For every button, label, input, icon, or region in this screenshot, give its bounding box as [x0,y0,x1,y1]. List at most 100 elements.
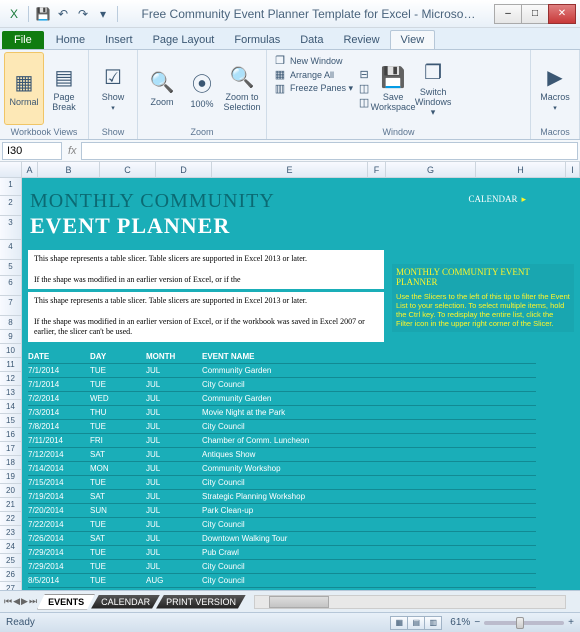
tab-data[interactable]: Data [290,31,333,49]
cell-month[interactable]: AUG [146,576,202,585]
cell-day[interactable]: SAT [90,450,146,459]
redo-icon[interactable]: ↷ [75,6,91,22]
calendar-link[interactable]: CALENDAR [468,194,526,205]
macros-button[interactable]: ▶Macros▾ [535,52,575,125]
cell-month[interactable]: JUL [146,492,202,501]
arrange-all-button[interactable]: ▦Arrange All [273,68,353,81]
maximize-button[interactable]: □ [521,4,549,24]
row-header[interactable]: 9 [0,330,22,344]
cell-event[interactable]: City Council [202,562,536,571]
cell-month[interactable]: JUL [146,450,202,459]
row-header[interactable]: 27 [0,582,22,590]
col-f[interactable]: F [368,162,386,177]
cell-month[interactable]: JUL [146,506,202,515]
cell-event[interactable]: Community Garden [202,394,536,403]
cell-day[interactable]: TUE [90,548,146,557]
cell-event[interactable]: Strategic Planning Workshop [202,492,536,501]
cell-date[interactable]: 7/26/2014 [28,534,90,543]
cell-day[interactable]: THU [90,408,146,417]
cell-day[interactable]: SAT [90,492,146,501]
cell-month[interactable]: JUL [146,394,202,403]
row-header[interactable]: 21 [0,498,22,512]
cell-day[interactable]: TUE [90,576,146,585]
table-row[interactable]: 7/3/2014 THU JUL Movie Night at the Park [28,406,536,420]
cell-date[interactable]: 7/14/2014 [28,464,90,473]
row-header[interactable]: 23 [0,526,22,540]
table-row[interactable]: 7/2/2014 WED JUL Community Garden [28,392,536,406]
split-button[interactable]: ⊟ [357,68,371,81]
hide-button[interactable]: ◫ [357,82,371,95]
row-header[interactable]: 8 [0,316,22,330]
cell-event[interactable]: City Council [202,576,536,585]
cell-month[interactable]: JUL [146,464,202,473]
cell-day[interactable]: WED [90,394,146,403]
table-row[interactable]: 7/12/2014 SAT JUL Antiques Show [28,448,536,462]
cell-month[interactable]: JUL [146,562,202,571]
col-g[interactable]: G [386,162,476,177]
table-row[interactable]: 7/20/2014 SUN JUL Park Clean-up [28,504,536,518]
sheet-content[interactable]: MONTHLY COMMUNITY EVENT PLANNER CALENDAR… [22,178,580,590]
cell-month[interactable]: JUL [146,534,202,543]
cell-day[interactable]: SUN [90,506,146,515]
fx-icon[interactable]: fx [68,145,77,157]
cell-date[interactable]: 8/5/2014 [28,576,90,585]
cell-event[interactable]: Antiques Show [202,450,536,459]
cell-event[interactable]: City Council [202,478,536,487]
zoom-selection-button[interactable]: 🔍Zoom to Selection [222,52,262,125]
zoom-out-button[interactable]: − [474,617,480,628]
row-header[interactable]: 5 [0,260,22,276]
col-month[interactable]: MONTH [146,352,202,361]
undo-icon[interactable]: ↶ [55,6,71,22]
row-header[interactable]: 26 [0,568,22,582]
cell-event[interactable]: Pub Crawl [202,548,536,557]
table-row[interactable]: 7/1/2014 TUE JUL Community Garden [28,364,536,378]
zoom-slider-thumb[interactable] [516,617,524,629]
cell-event[interactable]: Community Workshop [202,464,536,473]
cell-day[interactable]: TUE [90,422,146,431]
cell-month[interactable]: JUL [146,422,202,431]
row-header[interactable]: 16 [0,428,22,442]
view-page-break-icon[interactable]: ▥ [424,616,442,630]
name-box[interactable]: I30 [2,142,62,160]
cell-date[interactable]: 7/1/2014 [28,380,90,389]
tab-insert[interactable]: Insert [95,31,143,49]
select-all-corner[interactable] [0,162,22,177]
table-row[interactable]: 7/22/2014 TUE JUL City Council [28,518,536,532]
cell-event[interactable]: City Council [202,380,536,389]
cell-month[interactable]: JUL [146,548,202,557]
zoom-100-button[interactable]: ⦿100% [182,52,222,125]
switch-windows-button[interactable]: ❐Switch Windows ▾ [413,52,453,125]
table-row[interactable]: 7/8/2014 TUE JUL City Council [28,420,536,434]
cell-day[interactable]: TUE [90,478,146,487]
scrollbar-thumb[interactable] [269,596,329,608]
tab-home[interactable]: Home [46,31,95,49]
horizontal-scrollbar[interactable] [254,595,566,609]
cell-day[interactable]: TUE [90,520,146,529]
cell-day[interactable]: TUE [90,366,146,375]
row-header[interactable]: 7 [0,296,22,316]
cell-month[interactable]: JUL [146,408,202,417]
zoom-level[interactable]: 61% [450,617,470,628]
row-header[interactable]: 20 [0,484,22,498]
col-date[interactable]: DATE [28,352,90,361]
row-header[interactable]: 3 [0,216,22,240]
new-window-button[interactable]: ❐New Window [273,54,353,67]
col-c[interactable]: C [100,162,156,177]
tab-nav-last-icon[interactable]: ⏭ [29,596,37,607]
row-header[interactable]: 25 [0,554,22,568]
table-row[interactable]: 7/26/2014 SAT JUL Downtown Walking Tour [28,532,536,546]
cell-date[interactable]: 7/20/2014 [28,506,90,515]
save-icon[interactable]: 💾 [35,6,51,22]
table-row[interactable]: 7/19/2014 SAT JUL Strategic Planning Wor… [28,490,536,504]
col-day[interactable]: DAY [90,352,146,361]
table-row[interactable]: 7/15/2014 TUE JUL City Council [28,476,536,490]
cell-day[interactable]: TUE [90,380,146,389]
worksheet[interactable]: A B C D E F G H I 1234567891011121314151… [0,162,580,590]
show-button[interactable]: ☑Show▾ [93,52,133,125]
col-e[interactable]: E [212,162,368,177]
row-header[interactable]: 6 [0,276,22,296]
normal-view-button[interactable]: ▦Normal [4,52,44,125]
table-row[interactable]: 7/29/2014 TUE JUL Pub Crawl [28,546,536,560]
cell-date[interactable]: 7/12/2014 [28,450,90,459]
cell-date[interactable]: 7/8/2014 [28,422,90,431]
